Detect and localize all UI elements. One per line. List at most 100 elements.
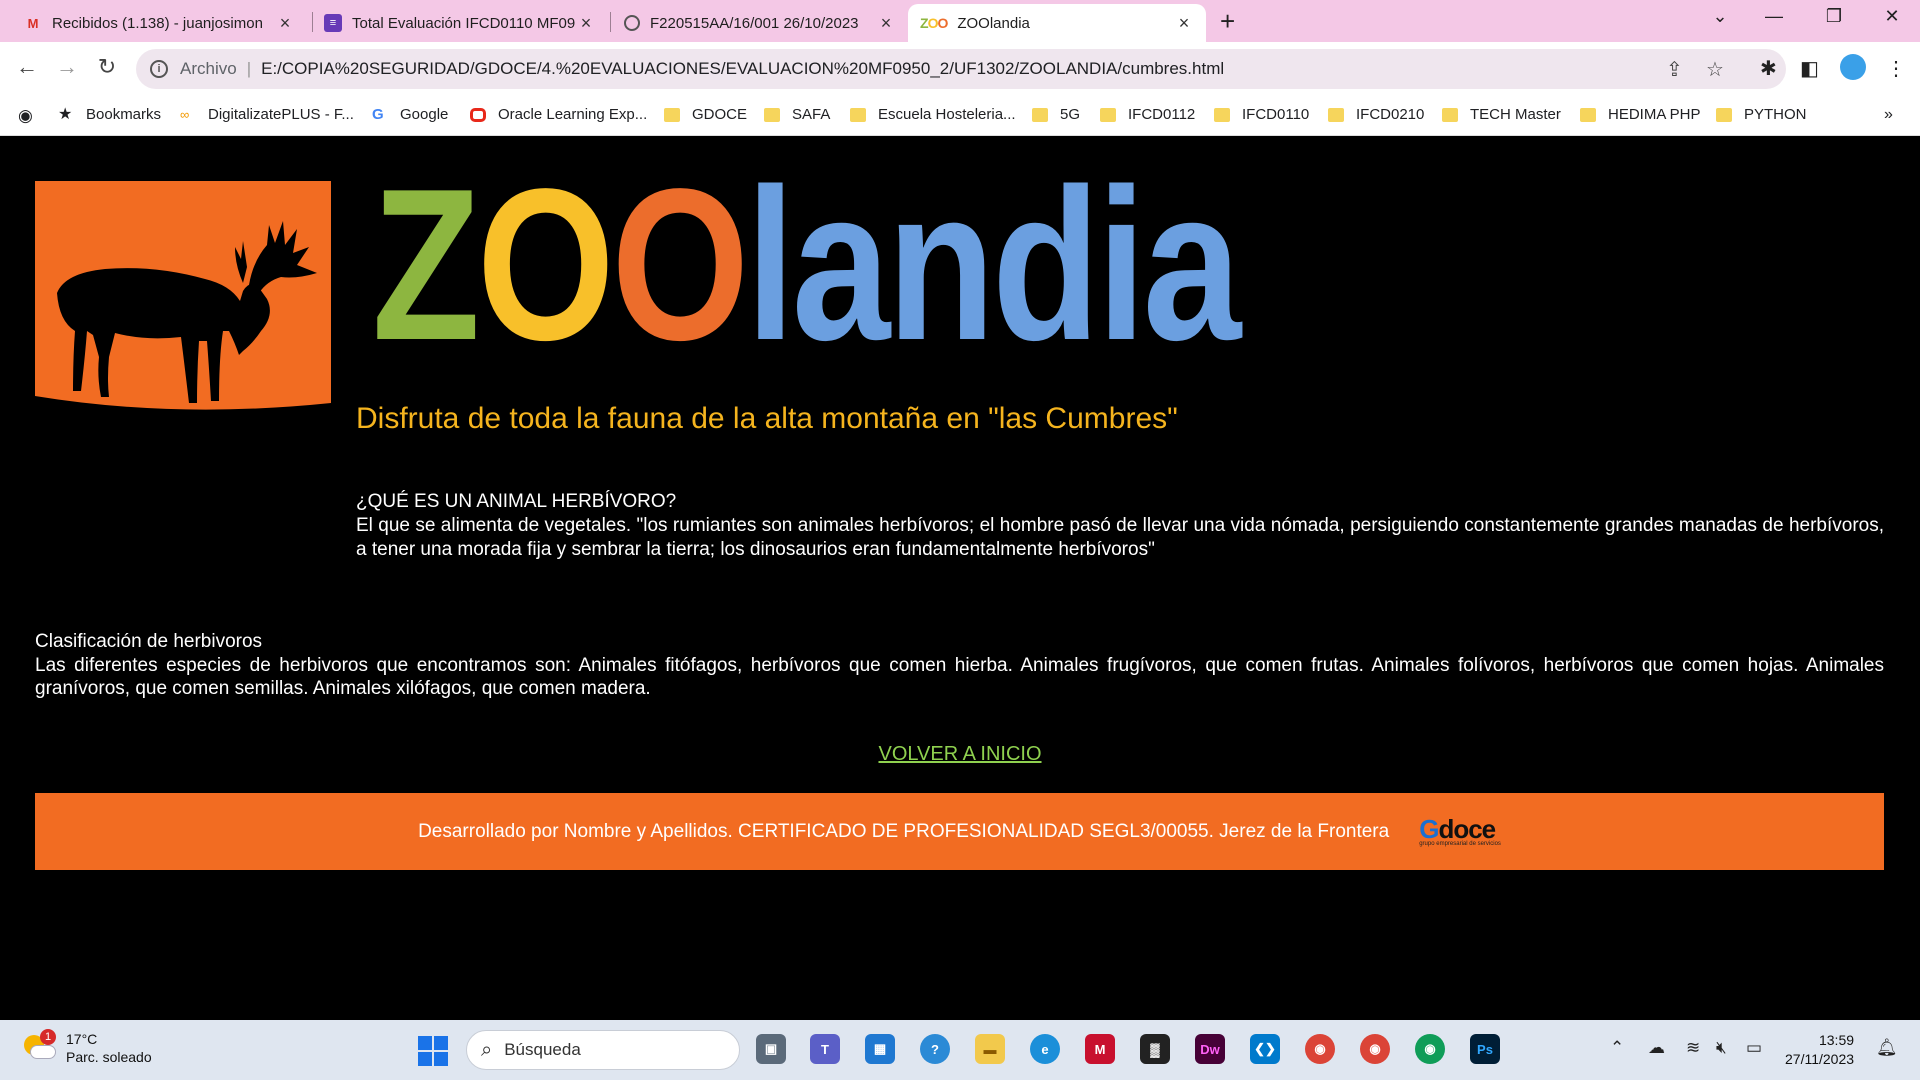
bookmark-folder[interactable]: Escuela Hosteleria...: [850, 106, 1016, 123]
dreamweaver-icon[interactable]: Dw: [1195, 1034, 1225, 1064]
bookmarks-overflow-icon[interactable]: »: [1884, 106, 1893, 124]
file-scheme-label: Archivo: [180, 59, 237, 78]
back-button[interactable]: ←: [12, 54, 42, 80]
restore-button[interactable]: ❐: [1814, 6, 1854, 27]
bookmark-folder[interactable]: IFCD0112: [1100, 106, 1195, 123]
system-clock[interactable]: 13:59 27/11/2023: [1785, 1031, 1854, 1069]
info-icon[interactable]: i: [150, 60, 168, 78]
folder-icon: [1442, 107, 1458, 122]
bookmark-folder[interactable]: GDOCE: [664, 106, 747, 123]
bookmark-item[interactable]: ★ Bookmarks: [58, 106, 161, 123]
new-tab-button[interactable]: +: [1220, 6, 1235, 37]
bookmarks-bar: ◉ ★ Bookmarks ∞ DigitalizatePLUS - F... GG…: [0, 96, 1920, 136]
forms-icon: ≡: [324, 14, 342, 32]
clock-date: 27/11/2023: [1785, 1051, 1855, 1067]
question-paragraph: El que se alimenta de vegetales. "los ru…: [356, 515, 1884, 560]
bookmark-folder[interactable]: HEDIMA PHP: [1580, 106, 1701, 123]
close-window-button[interactable]: ✕: [1872, 6, 1912, 27]
apps-icon[interactable]: ◉: [18, 106, 33, 126]
vscode-icon[interactable]: ❮❯: [1250, 1034, 1280, 1064]
close-icon[interactable]: ×: [576, 13, 596, 34]
menu-kebab-icon[interactable]: ⋮: [1886, 56, 1906, 81]
mcafee-icon[interactable]: M: [1085, 1034, 1115, 1064]
close-icon[interactable]: ×: [876, 13, 896, 34]
moose-logo: [35, 181, 331, 443]
classification-heading: Clasificación de herbivoros: [35, 631, 263, 652]
brand-letter-o: O: [611, 143, 749, 385]
reload-button[interactable]: ↻: [92, 54, 122, 80]
bookmark-folder[interactable]: IFCD0210: [1328, 106, 1424, 123]
extensions-icon[interactable]: ✱: [1760, 56, 1777, 81]
bookmark-folder[interactable]: SAFA: [764, 106, 830, 123]
clock-time: 13:59: [1818, 1032, 1855, 1048]
teams-icon[interactable]: T: [810, 1034, 840, 1064]
tab-search-chevron-icon[interactable]: ⌄: [1700, 6, 1740, 27]
onedrive-icon[interactable]: ☁: [1648, 1038, 1665, 1058]
tab-evaluacion[interactable]: ≡ Total Evaluación IFCD0110 MF09 ×: [312, 4, 608, 42]
close-icon[interactable]: ×: [275, 13, 295, 34]
weather-widget[interactable]: 1 17°C Parc. soleado: [22, 1029, 152, 1066]
chrome-profile-icon[interactable]: ◉: [1360, 1034, 1390, 1064]
tab-gmail[interactable]: M Recibidos (1.138) - juanjosimon ×: [12, 4, 307, 42]
url-text[interactable]: E:/COPIA%20SEGURIDAD/GDOCE/4.%20EVALUACI…: [261, 59, 1224, 79]
tray-chevron-icon[interactable]: ⌃: [1610, 1038, 1624, 1058]
volume-muted-icon[interactable]: 🔇︎: [1716, 1038, 1727, 1058]
search-icon: ⌕: [481, 1038, 493, 1061]
task-view-icon[interactable]: ▣: [756, 1034, 786, 1064]
tab-strip: M Recibidos (1.138) - juanjosimon × ≡ To…: [0, 0, 1920, 42]
taskbar-search[interactable]: ⌕ Búsqueda: [466, 1030, 740, 1070]
tab-zoolandia[interactable]: ZOO ZOOlandia ×: [908, 4, 1206, 42]
bookmark-folder[interactable]: IFCD0110: [1214, 106, 1309, 123]
tab-title: Recibidos (1.138) - juanjosimon: [52, 14, 263, 32]
battery-icon[interactable]: ▭: [1746, 1038, 1762, 1058]
star-icon: ★: [58, 105, 73, 123]
side-panel-icon[interactable]: ◧: [1800, 56, 1819, 81]
notification-badge: 1: [40, 1029, 56, 1045]
chrome-active-icon[interactable]: ◉: [1415, 1034, 1445, 1064]
weather-temperature: 17°C: [66, 1031, 98, 1047]
wifi-icon[interactable]: ≋: [1686, 1038, 1700, 1058]
question-heading: ¿QUÉ ES UN ANIMAL HERBÍVORO?: [356, 491, 677, 512]
tab-f220515[interactable]: F220515AA/16/001 26/10/2023 ×: [612, 4, 908, 42]
store-icon[interactable]: ▦: [865, 1034, 895, 1064]
oracle-icon: [470, 107, 486, 122]
navigation-bar: ← → ↻ i Archivo | E:/COPIA%20SEGURIDAD/G…: [0, 42, 1920, 96]
notification-bell-icon[interactable]: 🔔︎: [1876, 1038, 1898, 1058]
edge-icon[interactable]: e: [1030, 1034, 1060, 1064]
chrome-icon[interactable]: ◉: [1305, 1034, 1335, 1064]
photoshop-icon[interactable]: Ps: [1470, 1034, 1500, 1064]
share-icon[interactable]: ⇪: [1666, 57, 1683, 82]
profile-avatar[interactable]: [1840, 54, 1866, 80]
page-content: ZOOlandia Disfruta de toda la fauna de l…: [0, 136, 1920, 1020]
bookmark-item[interactable]: ∞ DigitalizatePLUS - F...: [180, 106, 354, 123]
start-button[interactable]: [418, 1036, 448, 1066]
gmail-icon: M: [27, 15, 39, 31]
globe-icon: [624, 15, 640, 31]
footer-text: Desarrollado por Nombre y Apellidos. CER…: [418, 820, 1390, 842]
weather-icon: 1: [22, 1029, 56, 1063]
file-explorer-icon[interactable]: ▬: [975, 1034, 1005, 1064]
digitalizate-icon: ∞: [180, 106, 190, 122]
color-app-icon[interactable]: ▓: [1140, 1034, 1170, 1064]
folder-icon: [664, 107, 680, 122]
search-placeholder: Búsqueda: [504, 1040, 581, 1059]
windows-taskbar: 1 17°C Parc. soleado ⌕ Búsqueda ▣ T ▦ ? …: [0, 1020, 1920, 1080]
bookmark-star-icon[interactable]: ☆: [1706, 57, 1724, 82]
close-icon[interactable]: ×: [1174, 13, 1194, 34]
brand-letter-z: Z: [372, 143, 480, 385]
forward-button[interactable]: →: [52, 54, 82, 80]
back-to-home-link[interactable]: VOLVER A INICIO: [878, 743, 1041, 765]
page-tagline: Disfruta de toda la fauna de la alta mon…: [356, 402, 1178, 435]
bookmark-folder[interactable]: TECH Master: [1442, 106, 1561, 123]
help-icon[interactable]: ?: [920, 1034, 950, 1064]
minimize-button[interactable]: —: [1754, 6, 1794, 27]
weather-description: Parc. soleado: [66, 1049, 152, 1065]
zoolandia-wordmark: ZOOlandia: [372, 156, 1241, 372]
bookmark-item[interactable]: Oracle Learning Exp...: [470, 106, 647, 123]
bookmark-item[interactable]: G Google: [372, 106, 448, 123]
bookmark-folder[interactable]: PYTHON: [1716, 106, 1807, 123]
brand-letter-o: O: [476, 143, 615, 385]
address-bar[interactable]: i Archivo | E:/COPIA%20SEGURIDAD/GDOCE/4…: [136, 49, 1786, 89]
classification-paragraph: Las diferentes especies de herbivoros qu…: [35, 655, 1884, 699]
bookmark-folder[interactable]: 5G: [1032, 106, 1080, 123]
